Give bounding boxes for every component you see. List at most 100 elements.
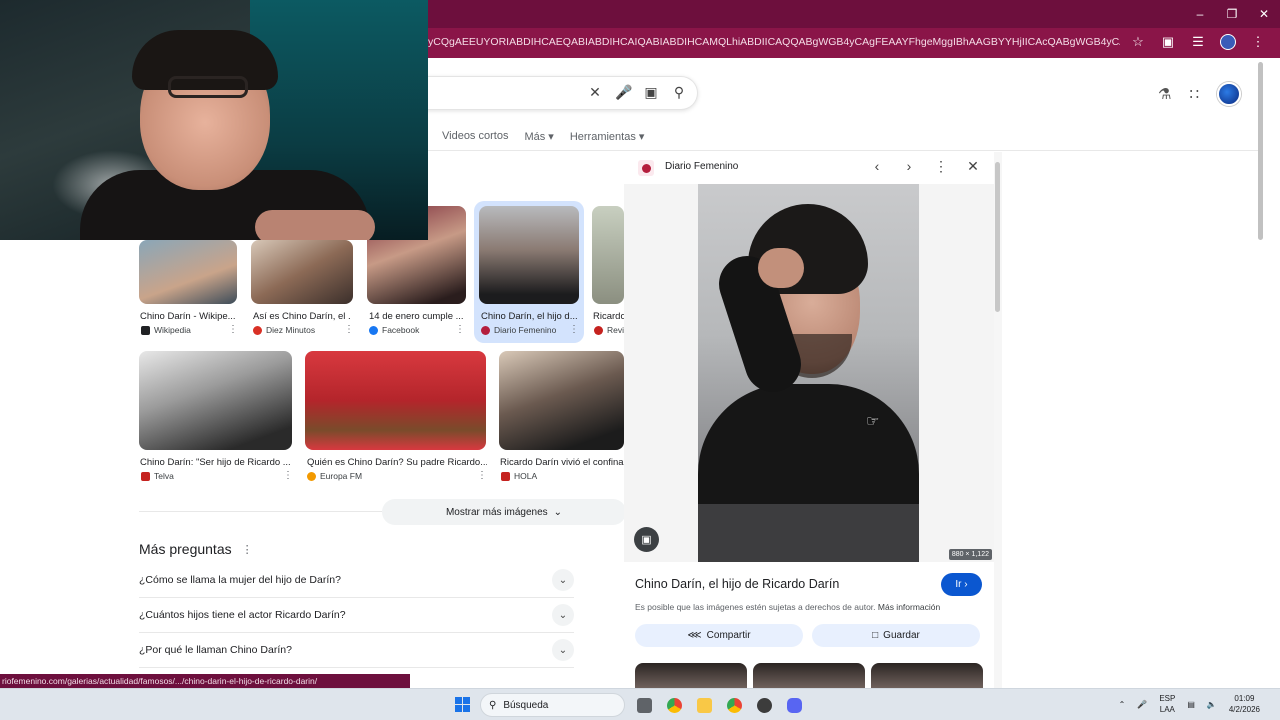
section-title: Más preguntas ⋮ bbox=[139, 541, 253, 557]
image-caption[interactable]: Chino Darín: "Ser hijo de Ricardo ... bbox=[140, 457, 292, 468]
more-options-icon[interactable]: ⋮ bbox=[283, 470, 293, 481]
clock-date: 4/2/2026 bbox=[1228, 705, 1260, 714]
more-vert-icon[interactable]: ⋮ bbox=[934, 158, 948, 175]
discord-icon[interactable] bbox=[783, 693, 805, 717]
tray-overflow-icon[interactable]: ⌃ bbox=[1119, 700, 1126, 709]
network-icon[interactable]: ▤ bbox=[1187, 700, 1195, 709]
microphone-tray-icon[interactable]: 🎤 bbox=[1137, 700, 1147, 709]
search-icon[interactable]: ⚲ bbox=[671, 84, 687, 101]
image-source[interactable]: Revi bbox=[594, 325, 624, 335]
more-info-link[interactable]: Más información bbox=[878, 602, 940, 612]
account-avatar[interactable] bbox=[1217, 82, 1241, 106]
tab-tools-label[interactable]: Herramientas bbox=[570, 131, 636, 143]
related-thumbnail[interactable] bbox=[871, 663, 983, 688]
labs-flask-icon[interactable]: ⚗ bbox=[1158, 85, 1171, 103]
apps-grid-icon[interactable]: ∷ bbox=[1189, 85, 1199, 103]
image-result[interactable] bbox=[479, 206, 579, 304]
header-right: ⚗ ∷ bbox=[1158, 82, 1241, 106]
chrome-active-icon[interactable] bbox=[723, 693, 745, 717]
image-result[interactable] bbox=[499, 351, 624, 450]
more-options-icon[interactable]: ⋮ bbox=[344, 324, 354, 335]
faq-item[interactable]: ¿Por qué le llaman Chino Darín? ⌄ bbox=[139, 633, 574, 668]
chevron-down-icon[interactable]: ⌄ bbox=[552, 569, 574, 591]
chrome-icon[interactable] bbox=[663, 693, 685, 717]
tab-tools[interactable]: Herramientas ▾ bbox=[570, 130, 645, 143]
image-result[interactable] bbox=[251, 240, 353, 304]
language-indicator[interactable]: ESP LAA bbox=[1159, 693, 1175, 715]
toolbar-icons: ☆ ▣ ☰ ⋮ bbox=[1130, 34, 1266, 50]
revista-icon bbox=[594, 325, 603, 335]
media-control-icon[interactable]: ☰ bbox=[1190, 34, 1206, 50]
image-source[interactable]: Diez Minutos bbox=[253, 325, 315, 335]
image-source[interactable]: Europa FM bbox=[307, 471, 362, 481]
search-input[interactable]: ✕ 🎤 ▣ ⚲ bbox=[420, 76, 698, 110]
bookmark-star-icon[interactable]: ☆ bbox=[1130, 34, 1146, 50]
tab-short-videos[interactable]: Videos cortos bbox=[442, 130, 508, 143]
panel-scrollbar[interactable] bbox=[994, 152, 1002, 688]
chevron-down-icon: ⌄ bbox=[553, 506, 563, 518]
image-result[interactable] bbox=[139, 240, 237, 304]
faq-item[interactable]: ¿Cómo se llama la mujer del hijo de Darí… bbox=[139, 563, 574, 598]
file-explorer-icon[interactable] bbox=[693, 693, 715, 717]
volume-icon[interactable]: 🔈 bbox=[1207, 700, 1217, 709]
clock[interactable]: 01:09 4/2/2026 bbox=[1229, 693, 1260, 715]
image-caption[interactable]: Así es Chino Darín, el ... bbox=[253, 311, 351, 322]
more-options-icon[interactable]: ⋮ bbox=[477, 470, 487, 481]
section-options-icon[interactable]: ⋮ bbox=[242, 543, 253, 556]
show-more-images-label: Mostrar más imágenes bbox=[445, 506, 548, 518]
image-result[interactable] bbox=[305, 351, 486, 450]
profile-icon[interactable] bbox=[1220, 34, 1236, 50]
extensions-icon[interactable]: ▣ bbox=[1160, 34, 1176, 50]
share-button[interactable]: ⋘ Compartir bbox=[635, 624, 803, 647]
panel-source[interactable]: Diario Femenino bbox=[665, 161, 738, 172]
windows-start-icon[interactable] bbox=[455, 697, 470, 712]
more-options-icon[interactable]: ⋮ bbox=[569, 324, 579, 335]
page-scrollbar[interactable] bbox=[1256, 62, 1266, 688]
browser-menu-icon[interactable]: ⋮ bbox=[1250, 34, 1266, 50]
chevron-down-icon[interactable]: ⌄ bbox=[552, 639, 574, 661]
tab-more[interactable]: Más ▾ bbox=[524, 130, 553, 143]
minimize-icon[interactable]: – bbox=[1184, 0, 1216, 28]
url-text[interactable]: yCQgAEEUYORIABDIHCAEQABIABDIHCAIQABIABDI… bbox=[428, 36, 1120, 48]
image-source[interactable]: Wikipedia bbox=[141, 325, 191, 335]
related-thumbnail[interactable] bbox=[635, 663, 747, 688]
chevron-right-icon[interactable]: › bbox=[902, 158, 916, 175]
related-thumbnail[interactable] bbox=[753, 663, 865, 688]
chevron-left-icon[interactable]: ‹ bbox=[870, 158, 884, 175]
save-button[interactable]: □ Guardar bbox=[812, 624, 980, 647]
image-result[interactable] bbox=[139, 351, 292, 450]
image-caption[interactable]: Ricardo Darín vivió el confinam bbox=[500, 457, 624, 468]
taskbar-apps bbox=[633, 693, 805, 717]
chevron-down-icon[interactable]: ⌄ bbox=[552, 604, 574, 626]
faq-question: ¿Cómo se llama la mujer del hijo de Darí… bbox=[139, 574, 341, 586]
image-caption[interactable]: Quién es Chino Darín? Su padre Ricardo..… bbox=[307, 457, 487, 468]
preview-image[interactable] bbox=[698, 184, 919, 562]
close-window-icon[interactable]: ✕ bbox=[1248, 0, 1280, 28]
taskbar-search[interactable]: ⚲ Búsqueda bbox=[480, 693, 625, 717]
image-source[interactable]: Diario Femenino bbox=[481, 325, 556, 335]
close-icon[interactable]: ✕ bbox=[966, 158, 980, 175]
visual-search-icon[interactable]: ▣ bbox=[634, 527, 659, 552]
image-caption[interactable]: Chino Darín - Wikipe... bbox=[140, 311, 236, 322]
tab-more-label[interactable]: Más bbox=[524, 131, 545, 143]
image-source[interactable]: Facebook bbox=[369, 325, 419, 335]
clear-icon[interactable]: ✕ bbox=[587, 84, 603, 101]
diez-minutos-icon bbox=[253, 325, 262, 335]
restore-icon[interactable]: ❐ bbox=[1216, 0, 1248, 28]
image-source[interactable]: HOLA bbox=[501, 471, 537, 481]
obs-icon[interactable] bbox=[753, 693, 775, 717]
faq-item[interactable]: ¿Cuántos hijos tiene el actor Ricardo Da… bbox=[139, 598, 574, 633]
image-caption[interactable]: Ricardo bbox=[593, 311, 624, 322]
microphone-icon[interactable]: 🎤 bbox=[615, 84, 632, 101]
show-more-images-button[interactable]: Mostrar más imágenes ⌄ bbox=[382, 499, 626, 525]
lens-icon[interactable]: ▣ bbox=[643, 84, 659, 101]
image-caption[interactable]: Chino Darín, el hijo d... bbox=[481, 311, 579, 322]
image-caption[interactable]: 14 de enero cumple ... bbox=[369, 311, 467, 322]
more-options-icon[interactable]: ⋮ bbox=[455, 324, 465, 335]
image-source[interactable]: Telva bbox=[141, 471, 174, 481]
image-result[interactable] bbox=[592, 206, 624, 304]
visit-button[interactable]: Ir › bbox=[941, 573, 982, 596]
panel-title[interactable]: Chino Darín, el hijo de Ricardo Darín bbox=[635, 577, 839, 591]
more-options-icon[interactable]: ⋮ bbox=[228, 324, 238, 335]
task-view-icon[interactable] bbox=[633, 693, 655, 717]
